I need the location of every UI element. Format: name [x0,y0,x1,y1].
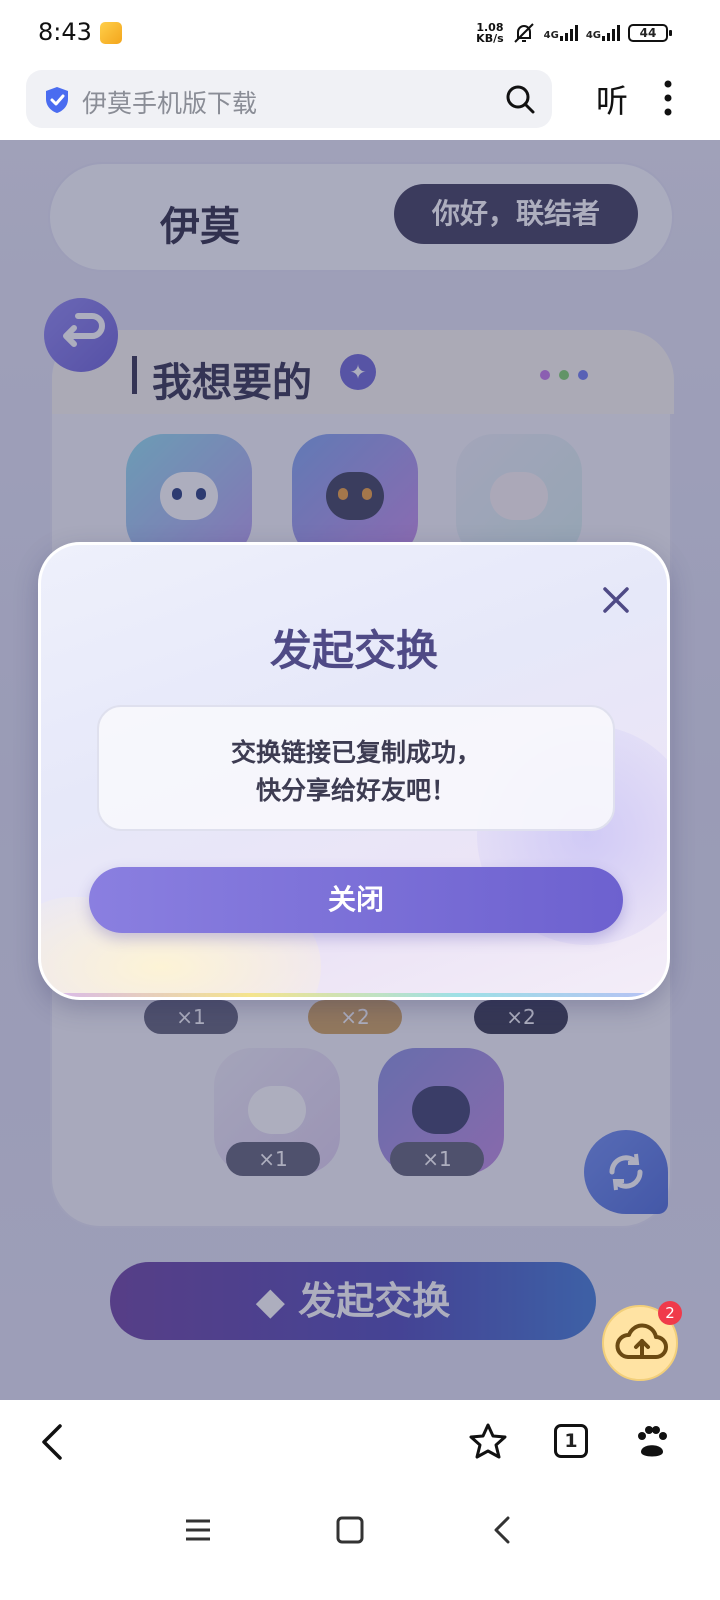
star-icon[interactable] [468,1422,508,1462]
browser-address-row: 伊莫手机版下载 听 [0,66,720,140]
notification-app-icon [100,22,122,44]
address-bar[interactable]: 伊莫手机版下载 [26,70,552,128]
close-button[interactable]: 关闭 [89,867,623,933]
search-icon[interactable] [504,83,536,115]
status-indicators: 1.08 KB/s 4G 4G 44 [476,18,672,48]
message-box: 交换链接已复制成功， 快分享给好友吧！ [97,705,615,831]
decor-rainbow-line [41,993,667,997]
network-speed-unit: KB/s [476,32,504,45]
browser-toolbar: 1 [0,1400,720,1488]
status-time: 8:43 [38,18,92,46]
close-icon[interactable] [601,585,631,615]
signal-1-label: 4G [543,30,559,41]
cloud-upload-button[interactable]: 2 [602,1301,682,1381]
home-icon[interactable] [332,1512,368,1548]
more-icon[interactable] [664,80,672,116]
tabs-button[interactable]: 1 [554,1424,588,1458]
exchange-dialog: 发起交换 交换链接已复制成功， 快分享给好友吧！ 关闭 [38,542,670,1000]
system-navigation-bar [0,1488,720,1600]
signal-2-label: 4G [585,30,601,41]
menu-icon[interactable] [180,1512,216,1548]
message-line-1: 交换链接已复制成功， [230,738,481,767]
network-speed: 1.08 KB/s [476,22,503,44]
notification-badge: 2 [658,1301,682,1325]
paw-icon[interactable] [632,1422,672,1462]
battery-indicator: 44 [628,24,672,42]
address-text[interactable]: 伊莫手机版下载 [82,84,257,120]
system-back-icon[interactable] [486,1512,522,1548]
listen-button[interactable]: 听 [596,76,628,122]
status-bar: 8:43 1.08 KB/s 4G 4G 44 [0,0,720,66]
message-line-2: 快分享给好友吧！ [255,776,456,805]
mute-bell-icon [513,23,534,43]
signal-2: 4G [586,25,620,41]
dialog-title: 发起交换 [269,626,438,675]
back-icon[interactable] [34,1422,74,1462]
signal-1: 4G [544,25,578,41]
shield-icon [46,87,68,113]
